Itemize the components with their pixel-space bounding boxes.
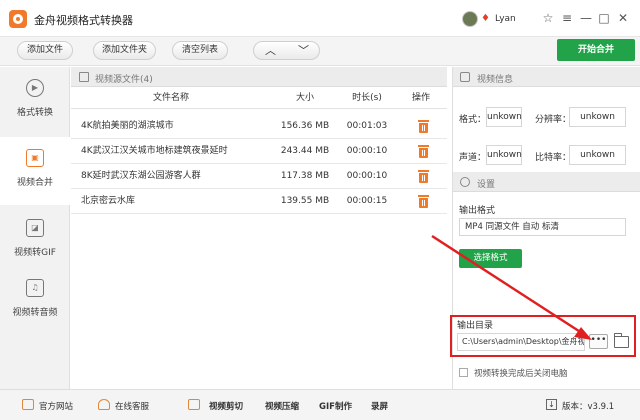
format-value: unkown: [486, 107, 522, 127]
minimize-icon[interactable]: —: [579, 11, 593, 25]
video-cut-link[interactable]: 视频剪切: [209, 400, 243, 412]
output-directory-highlight: 输出目录 C:\Users\admin\Desktop\金舟视 •••: [450, 315, 636, 357]
play-circle-icon: ▶: [26, 79, 44, 97]
table-row[interactable]: 8K延时武汉东湖公园游客人群 117.38 MB 00:00:10: [71, 164, 447, 189]
column-header-size: 大小: [271, 87, 339, 109]
headset-icon: [98, 399, 110, 410]
bitrate-value: unkown: [569, 145, 626, 165]
gif-image-icon: ◪: [26, 219, 44, 237]
bitrate-label: 比特率：: [535, 153, 572, 163]
sidebar: ▶ 格式转换 ▣ 视频合并 ◪ 视频转GIF ♫ 视频转音频: [0, 67, 70, 389]
trash-icon[interactable]: [418, 120, 429, 133]
video-info-title: 视频信息: [477, 75, 514, 85]
video-compress-link[interactable]: 视频压缩: [265, 400, 299, 412]
gif-make-link[interactable]: GIF制作: [319, 400, 352, 412]
sidebar-item-video-to-audio[interactable]: ♫ 视频转音频: [0, 267, 70, 335]
file-size: 156.36 MB: [280, 121, 330, 131]
settings-title: 设置: [477, 180, 496, 190]
file-duration: 00:00:15: [346, 196, 388, 206]
file-list-title: 视频源文件(4): [95, 75, 153, 85]
browse-dots-button[interactable]: •••: [589, 334, 608, 349]
sidebar-item-label: 视频转GIF: [14, 248, 56, 258]
download-icon[interactable]: ↓: [546, 399, 557, 410]
table-row[interactable]: 北京密云水库 139.55 MB 00:00:15: [71, 189, 447, 214]
user-avatar[interactable]: [462, 11, 478, 27]
output-dir-field[interactable]: C:\Users\admin\Desktop\金舟视: [457, 333, 585, 351]
toolbar: 添加文件 添加文件夹 清空列表 ︿ ﹀ 开始合并: [0, 37, 640, 66]
app-title: 金舟视频格式转换器: [34, 14, 133, 27]
file-list-panel: 视频源文件(4) 文件名称 大小 时长(s) 操作 4K航拍美丽的湖滨城市 15…: [71, 67, 447, 389]
file-duration: 00:00:10: [346, 171, 388, 181]
table-row[interactable]: 4K航拍美丽的湖滨城市 156.36 MB 00:01:03: [71, 114, 447, 139]
format-label: 格式：: [459, 115, 487, 125]
close-icon[interactable]: ✕: [616, 11, 630, 25]
trash-icon[interactable]: [418, 195, 429, 208]
video-info-header: 视频信息: [453, 67, 640, 87]
output-format-label: 输出格式: [459, 206, 496, 216]
start-merge-button[interactable]: 开始合并: [557, 39, 635, 61]
merge-video-icon: ▣: [26, 149, 44, 167]
resolution-value: unkown: [569, 107, 626, 127]
online-support-link[interactable]: 在线客服: [115, 400, 149, 412]
move-up-button[interactable]: ︿: [254, 42, 287, 59]
website-icon: [22, 399, 34, 410]
add-folder-button[interactable]: 添加文件夹: [93, 41, 156, 60]
file-duration: 00:00:10: [346, 146, 388, 156]
music-note-icon: ♫: [26, 279, 44, 297]
right-panel: 视频信息 格式： unkown 分辨率： unkown 声道： unkown 比…: [450, 67, 640, 389]
maximize-icon[interactable]: □: [597, 11, 611, 25]
scissors-icon: [188, 399, 200, 410]
output-format-field[interactable]: MP4 同源文件 自动 标清: [459, 218, 626, 236]
column-header-duration: 时长(s): [339, 87, 395, 109]
file-size: 243.44 MB: [280, 146, 330, 156]
user-name[interactable]: Lyan: [495, 14, 516, 24]
screen-record-link[interactable]: 录屏: [371, 400, 388, 412]
sidebar-item-label: 格式转换: [16, 108, 53, 118]
file-name: 8K延时武汉东湖公园游客人群: [81, 171, 201, 181]
settings-header: 设置: [453, 172, 640, 192]
column-header-name: 文件名称: [71, 87, 271, 109]
trash-icon[interactable]: [418, 170, 429, 183]
sidebar-item-label: 视频合并: [16, 178, 53, 188]
table-row[interactable]: 4K武汉江汉关城市地标建筑夜景延时 243.44 MB 00:00:10: [71, 139, 447, 164]
file-size: 117.38 MB: [280, 171, 330, 181]
version-label: 版本：v3.9.1: [562, 402, 615, 412]
info-icon: [460, 72, 470, 82]
channel-value: unkown: [486, 145, 522, 165]
reorder-buttons: ︿ ﹀: [253, 41, 320, 60]
file-size: 139.55 MB: [280, 196, 330, 206]
add-file-button[interactable]: 添加文件: [17, 41, 73, 60]
official-website-link[interactable]: 官方网站: [39, 400, 73, 412]
choose-format-button[interactable]: 选择格式: [459, 249, 522, 268]
sidebar-item-format-convert[interactable]: ▶ 格式转换: [0, 67, 70, 135]
trash-icon[interactable]: [418, 145, 429, 158]
sidebar-item-label: 视频转音频: [12, 308, 58, 318]
shutdown-label: 视频转换完成后关闭电脑: [474, 369, 568, 379]
file-list-header: 视频源文件(4): [71, 67, 447, 87]
app-logo-icon: [9, 10, 27, 28]
move-down-button[interactable]: ﹀: [287, 42, 320, 59]
menu-icon[interactable]: ≡: [560, 11, 574, 25]
title-bar: 金舟视频格式转换器 ♦ Lyan ☆ ≡ — □ ✕: [0, 0, 640, 37]
channel-label: 声道：: [459, 153, 487, 163]
file-duration: 00:01:03: [346, 121, 388, 131]
skin-icon[interactable]: ☆: [541, 11, 555, 25]
shutdown-checkbox[interactable]: [459, 368, 468, 377]
file-name: 北京密云水库: [81, 196, 136, 206]
video-file-icon: [79, 72, 89, 82]
sidebar-item-video-merge[interactable]: ▣ 视频合并: [0, 137, 70, 205]
vip-diamond-icon: ♦: [481, 13, 490, 24]
file-name: 4K武汉江汉关城市地标建筑夜景延时: [81, 146, 228, 156]
column-header-action: 操作: [395, 87, 447, 109]
file-name: 4K航拍美丽的湖滨城市: [81, 121, 174, 131]
resolution-label: 分辨率：: [535, 115, 572, 125]
sidebar-item-video-to-gif[interactable]: ◪ 视频转GIF: [0, 207, 70, 275]
output-dir-label: 输出目录: [457, 321, 494, 331]
gear-icon: [460, 177, 470, 187]
clear-list-button[interactable]: 清空列表: [172, 41, 228, 60]
folder-icon[interactable]: [614, 333, 629, 348]
footer-bar: 官方网站 在线客服 视频剪切 视频压缩 GIF制作 录屏 ↓ 版本：v3.9.1: [0, 389, 640, 420]
